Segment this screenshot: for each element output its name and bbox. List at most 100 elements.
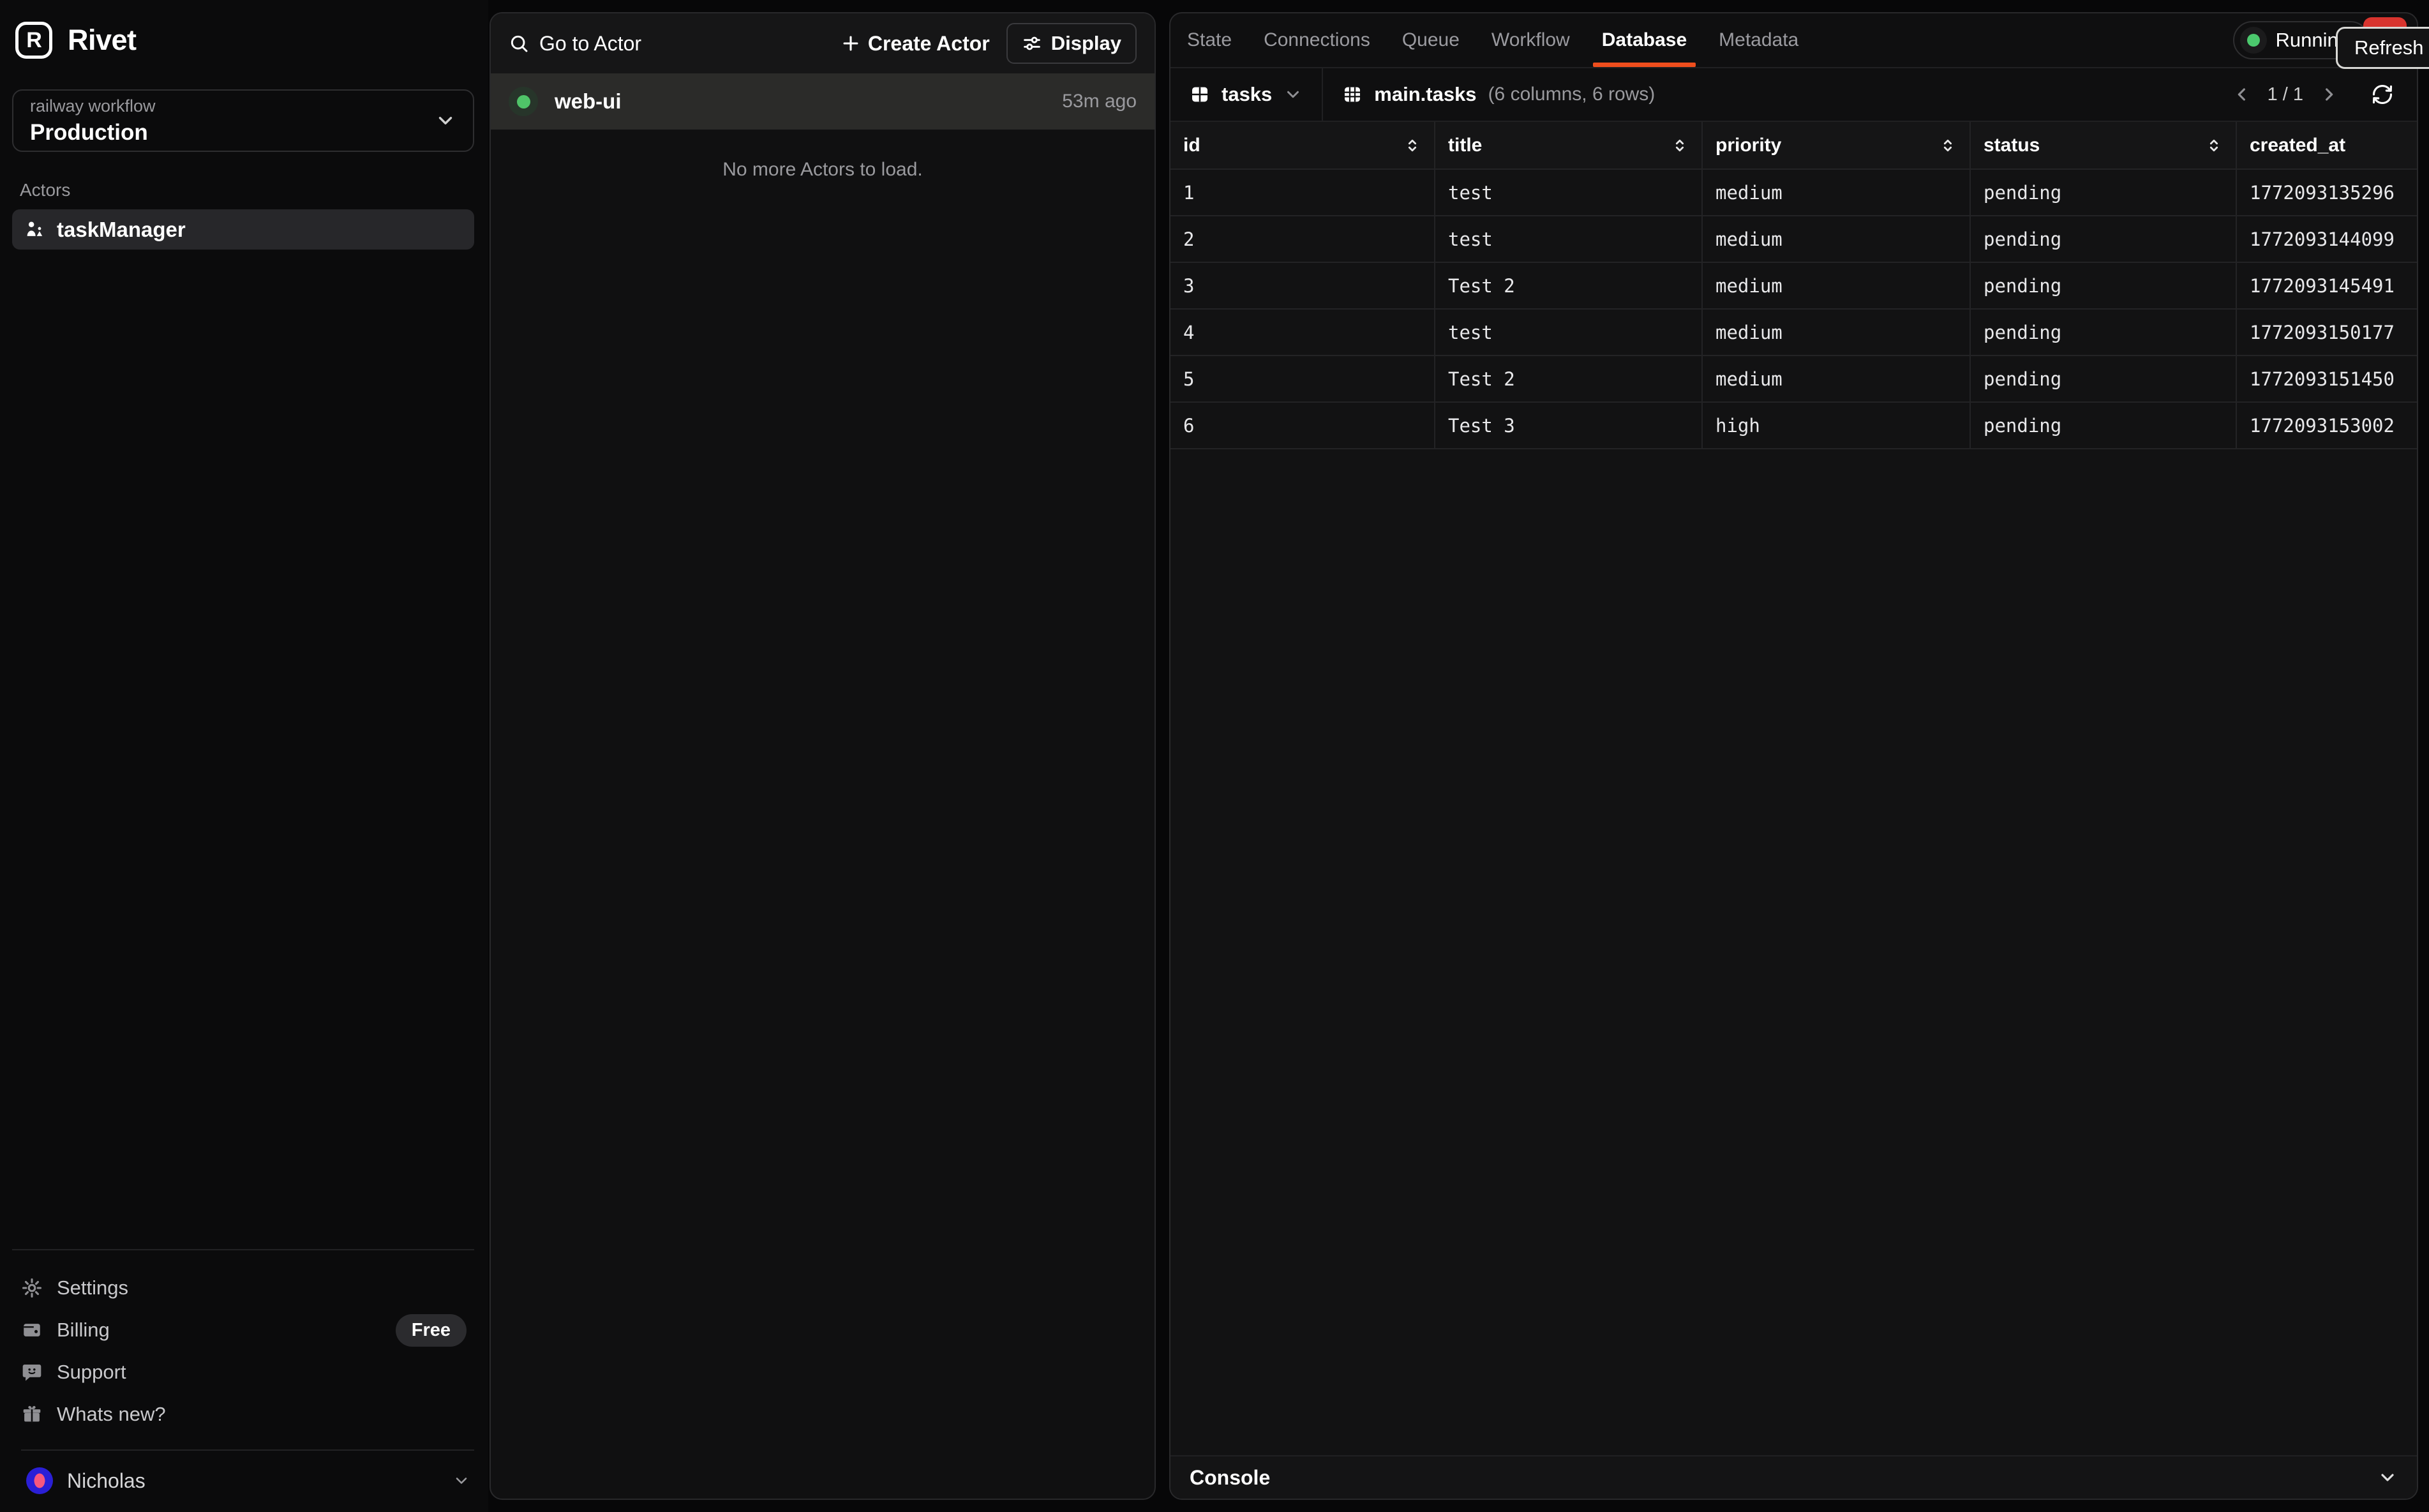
sidebar-item-support[interactable]: Support bbox=[21, 1351, 474, 1393]
tab-connections[interactable]: Connections bbox=[1264, 13, 1370, 67]
table-cell: Test 2 bbox=[1435, 262, 1702, 309]
console-bar[interactable]: Console bbox=[1170, 1455, 2417, 1499]
table-full-name: main.tasks bbox=[1374, 83, 1476, 106]
table-cell: 3 bbox=[1170, 262, 1435, 309]
table-cell: test bbox=[1435, 216, 1702, 262]
brand-name: Rivet bbox=[68, 24, 137, 57]
table-row: 5Test 2mediumpending1772093151450 bbox=[1170, 356, 2417, 402]
column-header-priority[interactable]: priority bbox=[1702, 122, 1970, 169]
chevron-down-icon bbox=[435, 110, 456, 131]
table-cell: pending bbox=[1970, 356, 2236, 402]
column-header-created_at[interactable]: created_at bbox=[2236, 122, 2417, 169]
table-cell: 1772093151450 bbox=[2236, 356, 2417, 402]
table-cell: 1772093144099 bbox=[2236, 216, 2417, 262]
table-row: 4testmediumpending1772093150177 bbox=[1170, 309, 2417, 356]
go-to-actor-search[interactable]: Go to Actor bbox=[509, 32, 830, 56]
table-cell: medium bbox=[1702, 262, 1970, 309]
sort-icon[interactable] bbox=[1939, 137, 1957, 154]
tab-workflow[interactable]: Workflow bbox=[1491, 13, 1570, 67]
database-toolbar: tasks main.tasks (6 columns, 6 rows) bbox=[1170, 68, 2417, 122]
table-empty-area bbox=[1170, 449, 2417, 1455]
next-page-button[interactable] bbox=[2315, 80, 2343, 109]
column-header-title[interactable]: title bbox=[1435, 122, 1702, 169]
refresh-icon bbox=[2371, 83, 2394, 106]
table-cell: pending bbox=[1970, 216, 2236, 262]
table-row: 2testmediumpending1772093144099 bbox=[1170, 216, 2417, 262]
sidebar-footer: Settings Billing Free bbox=[12, 1249, 474, 1499]
table-cell: pending bbox=[1970, 402, 2236, 449]
table-cell: 1 bbox=[1170, 169, 1435, 216]
table-cell: 2 bbox=[1170, 216, 1435, 262]
column-header-id[interactable]: id bbox=[1170, 122, 1435, 169]
actor-list-panel: Go to Actor Create Actor Display web-ui … bbox=[490, 12, 1156, 1500]
sort-icon[interactable] bbox=[2205, 137, 2223, 154]
inspector-panel: State Connections Queue Workflow Database Met… bbox=[1169, 12, 2418, 1500]
status-dot bbox=[2247, 34, 2260, 47]
sidebar-item-label: taskManager bbox=[57, 218, 186, 242]
support-label: Support bbox=[57, 1361, 126, 1384]
tab-queue[interactable]: Queue bbox=[1402, 13, 1460, 67]
table-cell: medium bbox=[1702, 356, 1970, 402]
table-cell: pending bbox=[1970, 262, 2236, 309]
actor-list-empty-message: No more Actors to load. bbox=[491, 159, 1155, 181]
previous-page-button[interactable] bbox=[2228, 80, 2256, 109]
plan-badge: Free bbox=[396, 1314, 467, 1347]
actor-status-halo bbox=[509, 87, 538, 116]
sidebar-item-settings[interactable]: Settings bbox=[21, 1267, 474, 1309]
actor-name: web-ui bbox=[555, 89, 622, 114]
workspace-selector[interactable]: railway workflow Production bbox=[12, 89, 474, 152]
actor-list-header: Go to Actor Create Actor Display bbox=[491, 13, 1155, 73]
sliders-icon bbox=[1022, 33, 1042, 54]
workspace-label: railway workflow bbox=[30, 96, 156, 116]
selected-table-name: tasks bbox=[1222, 83, 1272, 106]
table-cell: 6 bbox=[1170, 402, 1435, 449]
chevron-left-icon bbox=[2232, 84, 2252, 105]
tab-state[interactable]: State bbox=[1187, 13, 1232, 67]
plus-icon bbox=[840, 33, 862, 54]
chevron-down-icon bbox=[1283, 85, 1303, 104]
column-header-status[interactable]: status bbox=[1970, 122, 2236, 169]
sidebar-item-taskmanager[interactable]: taskManager bbox=[12, 209, 474, 250]
table-cell: pending bbox=[1970, 169, 2236, 216]
sort-icon[interactable] bbox=[1671, 137, 1689, 154]
table-icon bbox=[1190, 84, 1210, 105]
page: R Rivet railway workflow Production Acto… bbox=[0, 0, 2429, 1512]
table-cell: Test 3 bbox=[1435, 402, 1702, 449]
settings-label: Settings bbox=[57, 1276, 128, 1299]
actor-last-seen: 53m ago bbox=[1062, 91, 1137, 112]
table-cell: medium bbox=[1702, 216, 1970, 262]
table-row: 1testmediumpending1772093135296 bbox=[1170, 169, 2417, 216]
db-table-body: 1testmediumpending17720931352962testmedi… bbox=[1170, 169, 2417, 449]
sidebar-item-billing[interactable]: Billing Free bbox=[21, 1309, 474, 1351]
tab-database[interactable]: Database bbox=[1602, 13, 1687, 67]
table-cell: medium bbox=[1702, 169, 1970, 216]
table-cell: pending bbox=[1970, 309, 2236, 356]
table-cell: 1772093153002 bbox=[2236, 402, 2417, 449]
database-table: idtitleprioritystatuscreated_at 1testmed… bbox=[1170, 122, 2417, 449]
tab-metadata[interactable]: Metadata bbox=[1719, 13, 1798, 67]
table-selector-dropdown[interactable]: tasks bbox=[1170, 68, 1323, 121]
sort-icon[interactable] bbox=[1403, 137, 1421, 154]
table-cell: 1772093135296 bbox=[2236, 169, 2417, 216]
create-actor-button[interactable]: Create Actor bbox=[840, 32, 990, 56]
actor-list-item-web-ui[interactable]: web-ui 53m ago bbox=[491, 73, 1155, 130]
console-label: Console bbox=[1190, 1466, 1270, 1490]
whats-new-label: Whats new? bbox=[57, 1403, 166, 1426]
user-menu[interactable]: Nicholas bbox=[21, 1451, 474, 1499]
actors-section-label: Actors bbox=[20, 180, 474, 200]
chevron-right-icon bbox=[2319, 84, 2339, 105]
pagination: 1 / 1 bbox=[2228, 68, 2417, 121]
display-button[interactable]: Display bbox=[1006, 23, 1137, 64]
refresh-tooltip: Refresh bbox=[2336, 27, 2429, 69]
table-info: main.tasks (6 columns, 6 rows) bbox=[1323, 68, 1674, 121]
sidebar-item-whats-new[interactable]: Whats new? bbox=[21, 1393, 474, 1435]
search-label: Go to Actor bbox=[539, 32, 641, 56]
brand-row: R Rivet bbox=[12, 22, 474, 59]
gift-icon bbox=[21, 1403, 43, 1425]
db-table-head-row: idtitleprioritystatuscreated_at bbox=[1170, 122, 2417, 169]
grid-icon bbox=[1342, 84, 1363, 105]
rivet-logo-icon: R bbox=[15, 22, 52, 59]
table-cell: 5 bbox=[1170, 356, 1435, 402]
wallet-icon bbox=[21, 1319, 43, 1341]
refresh-table-button[interactable] bbox=[2367, 79, 2398, 110]
